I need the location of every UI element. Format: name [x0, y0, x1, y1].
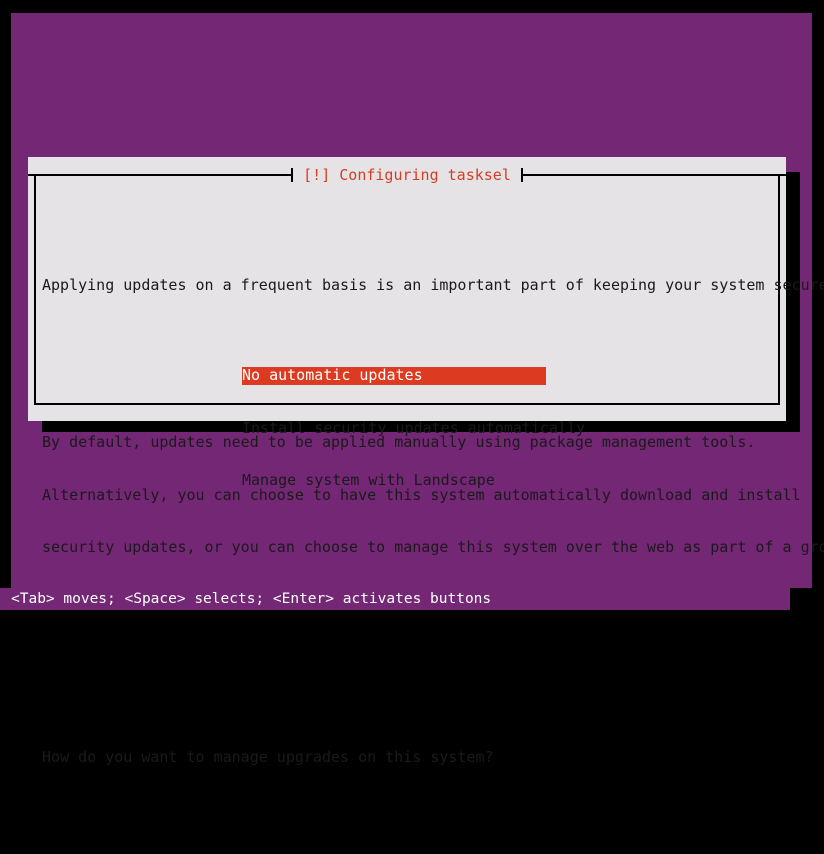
title-rule-left: [28, 168, 294, 182]
dialog-title-bar: [!] Configuring tasksel: [28, 165, 786, 185]
option-no-automatic-updates[interactable]: No automatic updates: [242, 366, 546, 385]
option-manage-system-with-landscape[interactable]: Manage system with Landscape: [242, 471, 742, 490]
configuring-tasksel-dialog: [!] Configuring tasksel Applying updates…: [28, 157, 824, 766]
paragraph-explanation-line-3: security updates, or you can choose to m…: [42, 538, 824, 556]
terminal-screen: [!] Configuring tasksel Applying updates…: [0, 0, 824, 766]
keyboard-help-statusbar: <Tab> moves; <Space> selects; <Enter> ac…: [0, 588, 790, 610]
option-install-security-updates-automatically[interactable]: Install security updates automatically: [242, 419, 742, 438]
title-rule-right: [520, 168, 786, 182]
paragraph-question: How do you want to manage upgrades on th…: [42, 714, 772, 802]
paragraph-intro: Applying updates on a frequent basis is …: [42, 242, 824, 330]
paragraph-intro-line-1: Applying updates on a frequent basis is …: [42, 275, 824, 294]
question-text: How do you want to manage upgrades on th…: [42, 748, 494, 766]
dialog-title-text: [!] Configuring tasksel: [303, 166, 511, 184]
upgrade-options-list[interactable]: No automatic updates Install security up…: [242, 332, 742, 525]
